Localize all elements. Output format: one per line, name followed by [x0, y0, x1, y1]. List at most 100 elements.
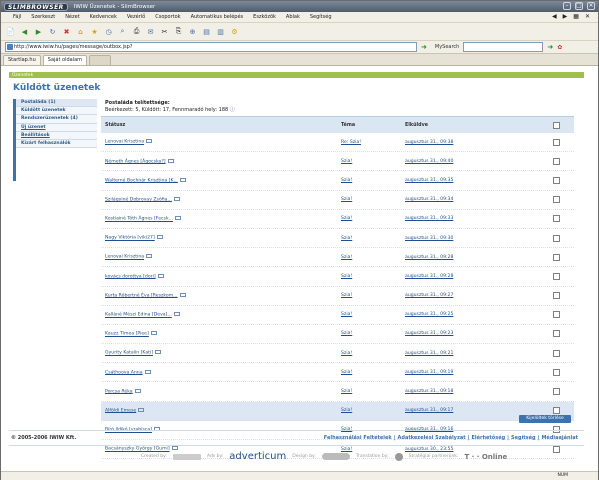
- print-icon[interactable]: ⎙: [131, 26, 142, 37]
- menu-view[interactable]: Nézet: [65, 14, 79, 20]
- help-icon[interactable]: ⓘ: [230, 107, 235, 113]
- mysearch-label[interactable]: MySearch: [435, 44, 459, 50]
- recipient-link[interactable]: Kostiainé Tóth Ágnes [Fecsk...: [105, 217, 173, 222]
- new-page-icon[interactable]: 📄: [5, 26, 16, 37]
- history-icon[interactable]: ◷: [103, 26, 114, 37]
- recipient-link[interactable]: Lenovai Krisztina: [105, 255, 144, 260]
- sent-date-link[interactable]: augusztus 31., 09:34: [405, 197, 453, 202]
- row-checkbox[interactable]: [553, 330, 560, 338]
- row-checkbox[interactable]: [553, 272, 560, 280]
- sent-date-link[interactable]: augusztus 31., 09:38: [405, 140, 453, 145]
- search-input[interactable]: [463, 42, 544, 52]
- envelope-icon[interactable]: [179, 292, 186, 297]
- stop-icon[interactable]: ✖: [61, 26, 72, 37]
- sidebar-item-new-message[interactable]: Új üzenet: [13, 123, 97, 132]
- envelope-icon[interactable]: [134, 388, 141, 393]
- sent-date-link[interactable]: augusztus 31., 09:23: [405, 331, 453, 336]
- sent-date-link[interactable]: augusztus 31., 09:33: [405, 216, 453, 221]
- envelope-icon[interactable]: [174, 216, 181, 221]
- sent-date-link[interactable]: augusztus 31., 09:17: [405, 408, 453, 413]
- copy-icon[interactable]: ⎘: [173, 26, 184, 37]
- sent-date-link[interactable]: augusztus 31., 09:28: [405, 255, 453, 260]
- forward-icon[interactable]: ▶: [33, 26, 44, 37]
- row-checkbox[interactable]: [553, 445, 560, 453]
- subject-link[interactable]: Szia!: [341, 255, 352, 260]
- go-icon[interactable]: ➜: [421, 43, 427, 51]
- tab-prev-icon[interactable]: ◀: [552, 13, 557, 20]
- close-button[interactable]: ×: [587, 2, 595, 10]
- sent-date-link[interactable]: augusztus 31., 09:40: [405, 159, 453, 164]
- envelope-icon[interactable]: [146, 139, 153, 144]
- tab-next-icon[interactable]: ▶: [563, 13, 568, 20]
- sent-date-link[interactable]: augusztus 31., 09:28: [405, 274, 453, 279]
- envelope-icon[interactable]: [173, 196, 180, 201]
- back-icon[interactable]: ◀: [19, 26, 30, 37]
- row-checkbox[interactable]: [553, 157, 560, 165]
- row-checkbox[interactable]: [553, 234, 560, 242]
- creator-logo[interactable]: [172, 453, 201, 460]
- subject-link[interactable]: Szia!: [341, 274, 352, 279]
- menu-tools[interactable]: Eszközök: [253, 14, 276, 20]
- sidebar-item-sent[interactable]: Küldött üzenetek: [13, 107, 97, 116]
- envelope-icon[interactable]: [155, 350, 162, 355]
- subject-link[interactable]: Szia!: [341, 293, 352, 298]
- recipient-link[interactable]: Walterné Bochnár Krisztina [K...: [105, 178, 178, 183]
- search-options-icon[interactable]: ✿: [557, 44, 562, 51]
- recipient-link[interactable]: kovács dorottya [dori]: [105, 274, 156, 279]
- menu-edit[interactable]: Szerkeszt: [31, 14, 55, 20]
- subject-link[interactable]: Re: Szia!: [341, 140, 361, 145]
- sent-date-link[interactable]: augusztus 31., 09:21: [405, 351, 453, 356]
- row-checkbox[interactable]: [553, 407, 560, 415]
- envelope-icon[interactable]: [173, 312, 180, 317]
- envelope-icon[interactable]: [179, 177, 186, 182]
- row-checkbox[interactable]: [553, 176, 560, 184]
- envelope-icon[interactable]: [138, 407, 145, 412]
- favorites-icon[interactable]: ★: [89, 26, 100, 37]
- tab-sajat-oldalam[interactable]: Saját oldalam: [42, 55, 88, 65]
- menu-control[interactable]: Vezérlő: [127, 14, 145, 20]
- subject-link[interactable]: Szia!: [341, 216, 352, 221]
- envelope-icon[interactable]: [144, 369, 151, 374]
- recipient-link[interactable]: Kurta Róbertné Éva [Reszkom...: [105, 293, 178, 298]
- row-checkbox[interactable]: [553, 349, 560, 357]
- menu-autologin[interactable]: Automatikus belépés: [191, 14, 244, 20]
- subject-link[interactable]: Szia!: [341, 159, 352, 164]
- delete-selected-button[interactable]: Kijelöltek törlése: [519, 415, 571, 423]
- subject-link[interactable]: Szia!: [341, 389, 352, 394]
- menu-groups[interactable]: Csoportok: [155, 14, 180, 20]
- envelope-icon[interactable]: [156, 235, 163, 240]
- address-input[interactable]: http://www.iwiw.hu/pages/message/outbox.…: [5, 42, 417, 52]
- tile-icon[interactable]: ▤: [201, 26, 212, 37]
- search-icon[interactable]: ⌕: [117, 26, 128, 37]
- envelope-icon[interactable]: [146, 254, 153, 259]
- menu-help[interactable]: Segítség: [310, 14, 332, 20]
- recipient-link[interactable]: Németh Ágnes [Ágocska?]: [105, 159, 166, 164]
- minimize-button[interactable]: –: [563, 2, 571, 10]
- recipient-link[interactable]: Lenovai Krisztina: [105, 140, 144, 145]
- subject-link[interactable]: Szia!: [341, 408, 352, 413]
- tools-icon[interactable]: ⚙: [229, 26, 240, 37]
- recipient-link[interactable]: Porcsa Réka: [105, 389, 133, 394]
- cut-icon[interactable]: ✂: [159, 26, 170, 37]
- sidebar-item-settings[interactable]: Beállítások: [13, 131, 97, 140]
- recipient-link[interactable]: Kalláné Mészi Edina [Deva]...: [105, 313, 172, 318]
- tab-new[interactable]: [89, 55, 112, 65]
- subject-link[interactable]: Szia!: [341, 178, 352, 183]
- sent-date-link[interactable]: augusztus 31., 09:19: [405, 370, 453, 375]
- tab-list-icon[interactable]: ▦: [573, 13, 579, 20]
- envelope-icon[interactable]: [167, 158, 174, 163]
- subject-link[interactable]: Szia!: [341, 370, 352, 375]
- footer-link-media[interactable]: Médiaajánlat: [541, 435, 578, 441]
- footer-link-terms[interactable]: Felhasználási Feltételek: [324, 435, 392, 441]
- refresh-icon[interactable]: ↻: [47, 26, 58, 37]
- row-checkbox[interactable]: [553, 196, 560, 204]
- subject-link[interactable]: Szia!: [341, 351, 352, 356]
- sent-date-link[interactable]: augusztus 31., 09:25: [405, 312, 453, 317]
- sent-date-link[interactable]: augusztus 31., 09:30: [405, 236, 453, 241]
- row-checkbox[interactable]: [553, 253, 560, 261]
- envelope-icon[interactable]: [150, 331, 157, 336]
- footer-link-contact[interactable]: Elérhetőség: [471, 435, 505, 441]
- recipient-link[interactable]: Szilágyiné Dobrovay Zsófia...: [105, 197, 172, 202]
- tab-startlap[interactable]: Startlap.hu: [3, 55, 41, 65]
- menu-window[interactable]: Ablak: [286, 14, 300, 20]
